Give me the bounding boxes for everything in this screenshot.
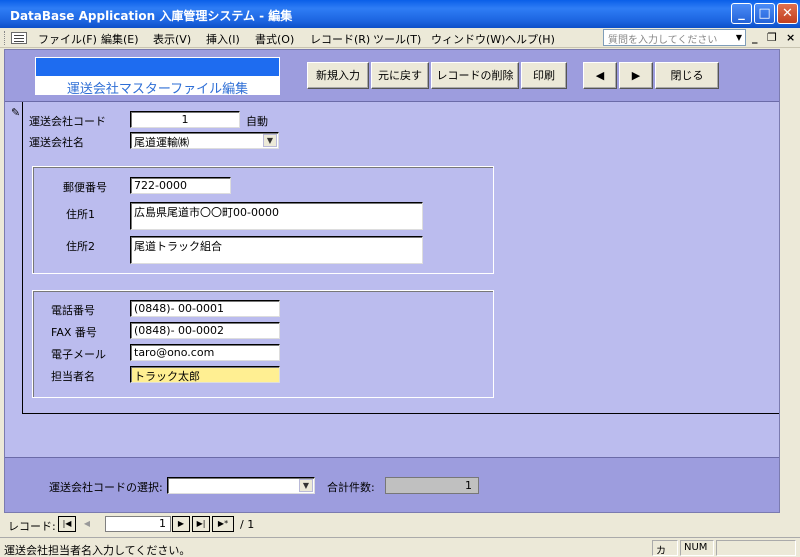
print-button[interactable]: 印刷	[521, 62, 567, 89]
last-record-button[interactable]: ▶|	[192, 516, 210, 532]
record-number-input[interactable]: 1	[105, 516, 171, 532]
contact-person-label: 担当者名	[51, 370, 95, 383]
num-lock-indicator: NUM	[680, 540, 714, 556]
kana-indicator: カナ	[652, 540, 678, 557]
status-message: 運送会社担当者名入力してください。	[4, 544, 191, 557]
company-name-label: 運送会社名	[29, 136, 84, 149]
code-auto-note: 自動	[246, 115, 268, 128]
form-restore-button[interactable]: ❐	[767, 31, 777, 44]
address2-label: 住所2	[66, 240, 95, 253]
company-name-value: 尾道運輸㈱	[134, 136, 189, 149]
code-select-combo[interactable]: ▼	[167, 477, 315, 494]
menu-file[interactable]: ファイル(F)	[38, 31, 97, 47]
phone-label: 電話番号	[51, 304, 95, 317]
next-record-nav-button[interactable]: ▶	[172, 516, 190, 532]
contact-person-field[interactable]: トラック太郎	[130, 366, 280, 383]
record-total: / 1	[240, 518, 255, 531]
form-footer: 運送会社コードの選択: ▼ 合計件数: 1	[5, 457, 779, 512]
maximize-button[interactable]: □	[754, 3, 775, 24]
right-gutter	[780, 49, 800, 534]
menu-window[interactable]: ウィンドウ(W)	[431, 31, 505, 47]
total-count-field: 1	[385, 477, 479, 494]
menu-view[interactable]: 表示(V)	[153, 31, 191, 47]
email-label: 電子メール	[51, 348, 106, 361]
menu-records[interactable]: レコード(R)	[310, 31, 370, 47]
form-window: 運送会社マスターファイル編集 新規入力 元に戻す レコードの削除 印刷 ◀ ▶ …	[4, 49, 780, 513]
new-record-nav-button[interactable]: ▶*	[212, 516, 234, 532]
title-bar: DataBase Application 入庫管理システム - 編集 _ □ ✕	[0, 0, 800, 28]
previous-record-button[interactable]: ◀	[583, 62, 617, 89]
total-count-label: 合計件数:	[327, 481, 375, 494]
postal-label: 郵便番号	[63, 181, 107, 194]
ask-question-input[interactable]: 質問を入力してください ▼	[603, 29, 746, 46]
address1-label: 住所1	[66, 208, 95, 221]
code-select-label: 運送会社コードの選択:	[49, 481, 163, 494]
form-title-band	[36, 58, 279, 76]
code-field[interactable]: 1	[130, 111, 240, 128]
fax-label: FAX 番号	[51, 326, 97, 339]
menu-format[interactable]: 書式(O)	[255, 31, 294, 47]
new-record-button[interactable]: 新規入力	[307, 62, 369, 89]
record-nav-label: レコード:	[8, 520, 56, 533]
chevron-down-icon[interactable]: ▼	[299, 479, 313, 492]
form-minimize-button[interactable]: _	[752, 31, 758, 44]
chevron-down-icon[interactable]: ▼	[733, 30, 745, 45]
close-form-button[interactable]: 閉じる	[655, 62, 719, 89]
form-icon[interactable]	[11, 32, 27, 44]
status-bar: 運送会社担当者名入力してください。 カナ NUM	[0, 537, 800, 557]
prev-record-nav-button[interactable]: ◀	[78, 516, 96, 532]
close-window-button[interactable]: ✕	[777, 3, 798, 24]
menu-edit[interactable]: 編集(E)	[101, 31, 139, 47]
toolbar-grip[interactable]	[4, 31, 7, 45]
address1-field[interactable]: 広島県尾道市〇〇町00-0000	[130, 202, 423, 230]
chevron-down-icon[interactable]: ▼	[263, 134, 277, 147]
delete-record-button[interactable]: レコードの削除	[431, 62, 519, 89]
window-title: DataBase Application 入庫管理システム - 編集	[10, 9, 293, 23]
form-header: 運送会社マスターファイル編集 新規入力 元に戻す レコードの削除 印刷 ◀ ▶ …	[5, 50, 779, 102]
detail-divider	[23, 413, 779, 414]
phone-field[interactable]: (0848)- 00-0001	[130, 300, 280, 317]
company-name-combo[interactable]: 尾道運輸㈱ ▼	[130, 132, 279, 149]
postal-field[interactable]: 722-0000	[130, 177, 231, 194]
form-title: 運送会社マスターファイル編集	[66, 82, 249, 97]
address2-field[interactable]: 尾道トラック組合	[130, 236, 423, 264]
first-record-button[interactable]: |◀	[58, 516, 76, 532]
fax-field[interactable]: (0848)- 00-0002	[130, 322, 280, 339]
form-title-box: 運送会社マスターファイル編集	[35, 57, 280, 97]
menu-insert[interactable]: 挿入(I)	[206, 31, 240, 47]
status-empty-cell	[716, 540, 796, 556]
pencil-icon: ✎	[11, 106, 21, 119]
menu-help[interactable]: ヘルプ(H)	[505, 31, 555, 47]
undo-button[interactable]: 元に戻す	[371, 62, 429, 89]
minimize-button[interactable]: _	[731, 3, 752, 24]
ask-question-placeholder: 質問を入力してください	[608, 35, 718, 46]
menu-tools[interactable]: ツール(T)	[373, 31, 421, 47]
form-close-button[interactable]: ×	[786, 31, 795, 44]
code-label: 運送会社コード	[29, 115, 106, 128]
record-navigator: レコード: |◀ ◀ 1 ▶ ▶| ▶* / 1	[4, 515, 780, 533]
next-record-button[interactable]: ▶	[619, 62, 653, 89]
email-field[interactable]: taro@ono.com	[130, 344, 280, 361]
record-selector[interactable]	[5, 102, 23, 414]
